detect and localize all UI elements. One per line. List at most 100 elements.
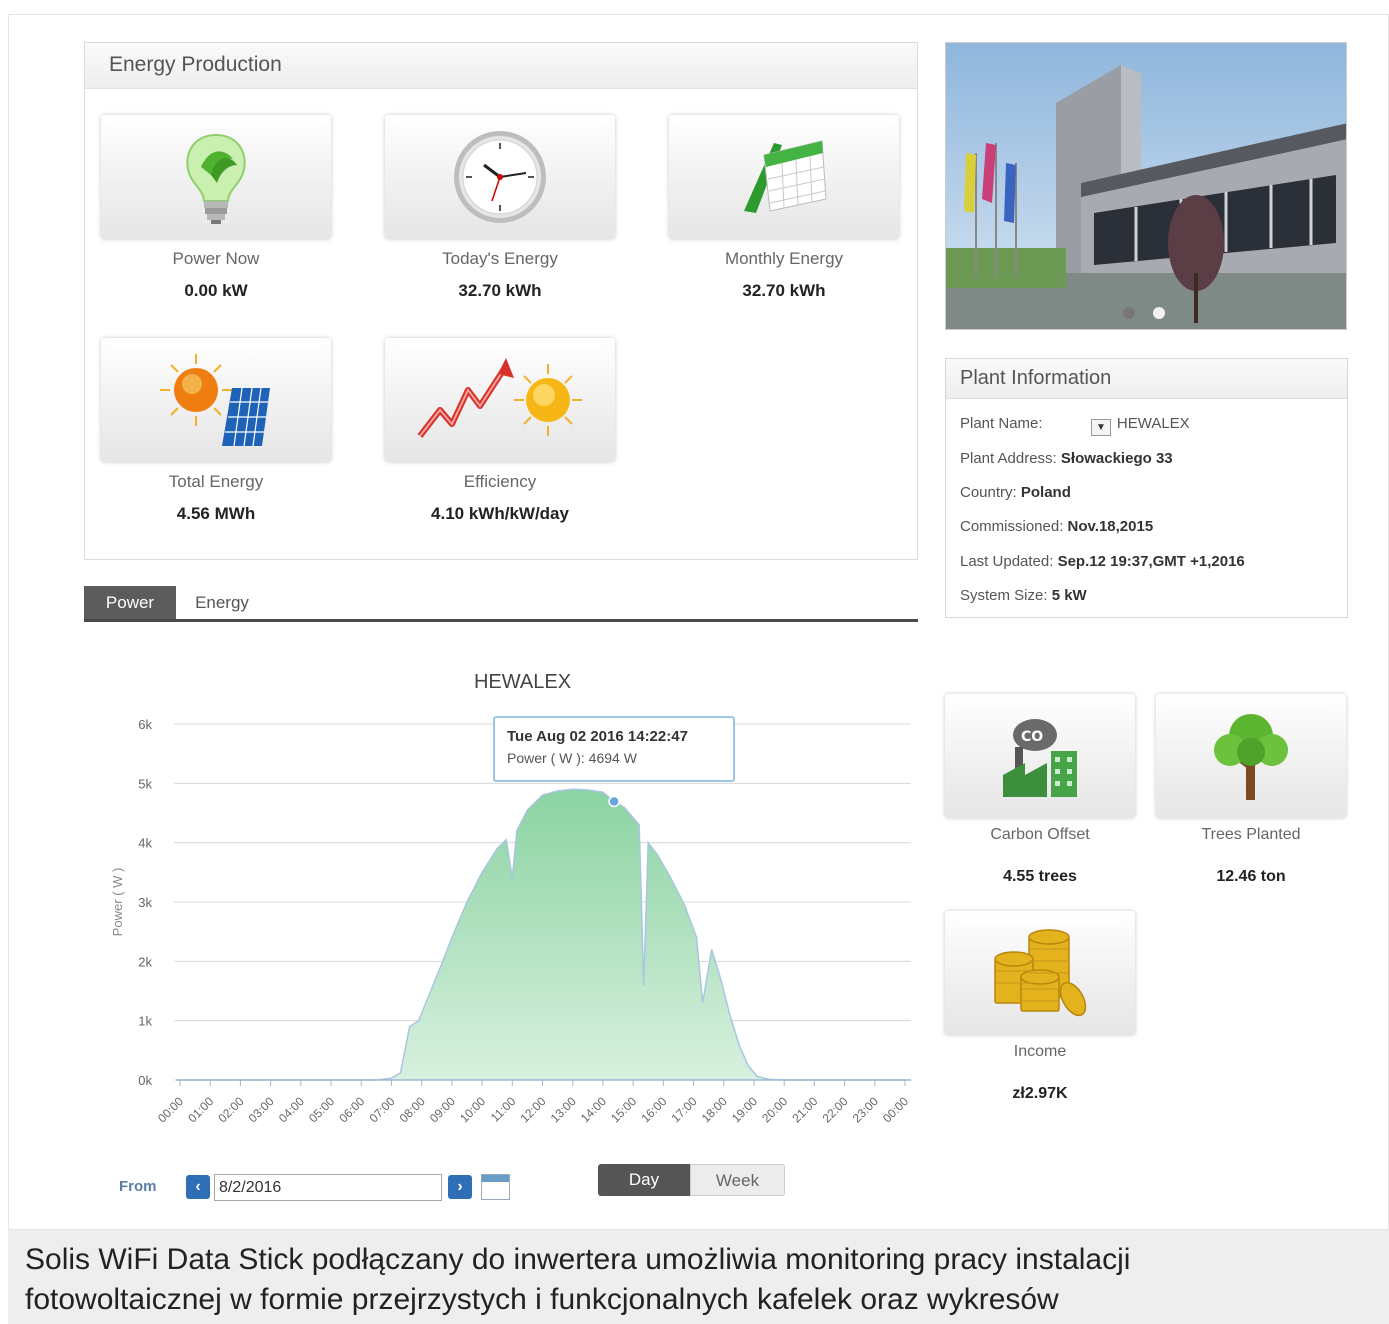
tree-icon (1156, 694, 1346, 818)
next-date-button[interactable]: › (448, 1175, 472, 1199)
plant-name-value[interactable]: HEWALEX (1117, 415, 1190, 432)
total-energy-tile[interactable]: Total Energy 4.56 MWh (101, 338, 331, 524)
y-tick-label: 3k (138, 895, 152, 910)
commissioned-row: Commissioned: Nov.18,2015 (960, 518, 1153, 535)
y-axis-label: Power ( W ) (110, 868, 125, 937)
power-now-tile[interactable]: Power Now 0.00 kW (101, 115, 331, 301)
x-tick-label: 16:00 (638, 1094, 669, 1125)
tooltip-value: Power ( W ): 4694 W (507, 750, 637, 766)
last-updated-value: Sep.12 19:37,GMT +1,2016 (1057, 553, 1245, 570)
x-tick-label: 20:00 (759, 1094, 790, 1125)
x-tick-label: 04:00 (276, 1094, 307, 1125)
todays-energy-label: Today's Energy (442, 249, 558, 268)
svg-text:CO: CO (1021, 729, 1043, 745)
coins-icon (945, 911, 1135, 1035)
x-tick-label: 14:00 (578, 1094, 609, 1125)
country-label: Country: (960, 484, 1017, 501)
date-input[interactable] (214, 1174, 442, 1201)
income-tile[interactable]: Income zł2.97K (945, 911, 1135, 1103)
growth-arrow-sun-icon (385, 338, 615, 462)
x-tick-label: 02:00 (215, 1094, 246, 1125)
country-value: Poland (1020, 484, 1071, 501)
efficiency-tile[interactable]: Efficiency 4.10 kWh/kW/day (385, 338, 615, 524)
commissioned-label: Commissioned: (960, 518, 1064, 535)
power-now-label: Power Now (172, 249, 260, 268)
clock-icon (385, 115, 615, 239)
commissioned-value: Nov.18,2015 (1067, 518, 1154, 535)
todays-energy-tile[interactable]: Today's Energy 32.70 kWh (385, 115, 615, 301)
efficiency-value: 4.10 kWh/kW/day (431, 504, 569, 523)
plant-information-panel: Plant Information Plant Name: ▼ HEWALEX P… (945, 358, 1348, 618)
country-row: Country: Poland (960, 484, 1071, 501)
plant-name-row: Plant Name: ▼ HEWALEX (960, 415, 1190, 436)
monthly-energy-label: Monthly Energy (724, 249, 844, 268)
income-value: zł2.97K (1012, 1085, 1068, 1102)
trees-planted-label: Trees Planted (1201, 826, 1301, 843)
series-area (180, 788, 905, 1081)
energy-production-panel: Energy Production Power Now 0.00 kW Toda… (84, 42, 918, 560)
trees-planted-tile[interactable]: Trees Planted 12.46 ton (1156, 694, 1346, 886)
plant-photo (945, 42, 1347, 330)
energy-production-title: Energy Production (85, 43, 917, 89)
last-updated-label: Last Updated: (960, 553, 1054, 570)
day-range-button[interactable]: Day (598, 1164, 690, 1196)
income-label: Income (1013, 1043, 1067, 1060)
caption-line-1: Solis WiFi Data Stick podłączany do inwe… (25, 1243, 1131, 1276)
chart-tooltip: Tue Aug 02 2016 14:22:47 Power ( W ): 46… (493, 716, 735, 782)
last-updated-row: Last Updated: Sep.12 19:37,GMT +1,2016 (960, 553, 1245, 570)
x-tick-label: 13:00 (548, 1094, 579, 1125)
x-tick-label: 06:00 (336, 1094, 367, 1125)
y-tick-label: 2k (138, 954, 152, 969)
plant-address-row: Plant Address: Słowackiego 33 (960, 450, 1173, 467)
system-size-label: System Size: (960, 587, 1048, 604)
caption-line-2: fotowoltaicznej w formie przejrzystych i… (25, 1283, 1059, 1316)
tab-power[interactable]: Power (84, 586, 176, 619)
lightbulb-icon (101, 115, 331, 239)
carbon-offset-label: Carbon Offset (990, 826, 1090, 843)
y-tick-label: 5k (138, 776, 152, 791)
plant-select-dropdown-icon[interactable]: ▼ (1090, 419, 1111, 436)
chart-title: HEWALEX (474, 671, 571, 693)
x-tick-label: 00:00 (155, 1094, 186, 1125)
y-tick-label: 0k (138, 1073, 152, 1088)
y-tick-label: 1k (138, 1014, 152, 1029)
tooltip-time: Tue Aug 02 2016 14:22:47 (507, 728, 688, 745)
x-tick-label: 08:00 (397, 1094, 428, 1125)
monthly-energy-tile[interactable]: Monthly Energy 32.70 kWh (669, 115, 899, 301)
todays-energy-value: 32.70 kWh (458, 281, 542, 300)
x-tick-label: 15:00 (608, 1094, 639, 1125)
trees-planted-value: 12.46 ton (1216, 868, 1286, 885)
plant-address-value: Słowackiego 33 (1060, 450, 1173, 467)
x-tick-label: 19:00 (729, 1094, 760, 1125)
co2-factory-icon: CO (945, 694, 1135, 818)
x-tick-label: 05:00 (306, 1094, 337, 1125)
plant-information-title: Plant Information (946, 359, 1347, 399)
y-tick-label: 4k (138, 836, 152, 851)
calendar-picker-icon[interactable] (481, 1174, 510, 1200)
efficiency-label: Efficiency (463, 472, 537, 491)
x-tick-label: 12:00 (517, 1094, 548, 1125)
x-tick-label: 11:00 (488, 1094, 519, 1125)
sun-solar-panel-icon (101, 338, 331, 462)
tab-energy[interactable]: Energy (180, 586, 264, 619)
system-size-row: System Size: 5 kW (960, 587, 1087, 604)
week-range-button[interactable]: Week (690, 1164, 785, 1196)
x-tick-label: 17:00 (669, 1094, 700, 1125)
plant-address-label: Plant Address: (960, 450, 1057, 467)
y-tick-label: 6k (138, 717, 152, 732)
x-tick-label: 23:00 (850, 1094, 881, 1125)
x-tick-label: 10:00 (457, 1094, 488, 1125)
total-energy-value: 4.56 MWh (176, 504, 256, 523)
x-tick-label: 00:00 (880, 1094, 911, 1125)
x-tick-label: 22:00 (820, 1094, 851, 1125)
total-energy-label: Total Energy (168, 472, 264, 491)
x-tick-label: 18:00 (699, 1094, 730, 1125)
system-size-value: 5 kW (1051, 587, 1087, 604)
x-tick-label: 03:00 (246, 1094, 277, 1125)
x-tick-label: 21:00 (789, 1094, 820, 1125)
plant-name-label: Plant Name: (960, 415, 1043, 432)
carbon-offset-tile[interactable]: CO Carbon Offset 4.55 trees (945, 694, 1135, 886)
image-caption: Solis WiFi Data Stick podłączany do inwe… (8, 1230, 1389, 1324)
prev-date-button[interactable]: ‹ (186, 1175, 210, 1199)
x-tick-label: 01:00 (185, 1094, 216, 1125)
